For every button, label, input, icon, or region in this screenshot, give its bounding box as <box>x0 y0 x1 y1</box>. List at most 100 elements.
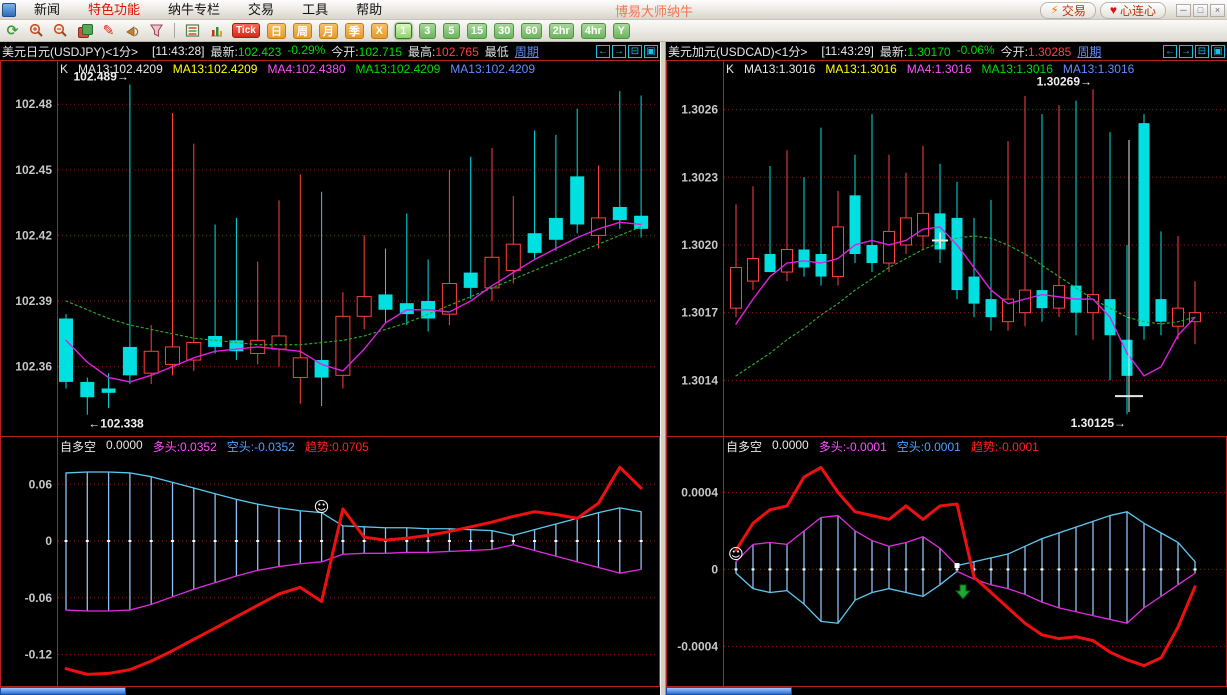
quote-field: 最高:102.765 <box>408 43 479 60</box>
hscrollbar-usdcad[interactable] <box>666 687 1227 695</box>
chart-nav-icons: ←→⊟▣ <box>1163 45 1227 58</box>
svg-text:0: 0 <box>45 534 52 548</box>
indicator-bars <box>65 472 643 611</box>
svg-text:0.0004: 0.0004 <box>681 485 718 499</box>
quote-table-icon[interactable] <box>184 22 201 39</box>
maximize-button[interactable]: □ <box>1193 4 1208 17</box>
symbol-name: 美元日元(USDJPY)<1分> <box>2 43 138 60</box>
prev-page-icon[interactable]: ← <box>1163 45 1177 58</box>
period-link[interactable]: 周期 <box>515 43 539 60</box>
svg-text:102.48: 102.48 <box>15 97 52 111</box>
svg-text:0: 0 <box>711 562 718 576</box>
symbol-name: 美元加元(USDCAD)<1分> <box>668 43 807 60</box>
titlebar-right: ⚡ 交易 ♥ 心连心 ─ □ × <box>1040 0 1225 20</box>
menu-item-特色功能[interactable]: 特色功能 <box>74 0 154 20</box>
bar-chart-icon[interactable] <box>208 22 225 39</box>
period-button-季[interactable]: 季 <box>345 23 364 39</box>
draw-icon[interactable]: ✎ <box>100 22 117 39</box>
main-chart-usdcad[interactable]: KMA13:1.3016MA13:1.3016MA4:1.3016MA13:1.… <box>666 60 1227 436</box>
app-window: 新闻特色功能纳牛专栏交易工具帮助 博易大师纳牛 ⚡ 交易 ♥ 心连心 ─ □ ×… <box>0 0 1227 695</box>
heart-button-label: 心连心 <box>1120 2 1156 19</box>
menu-item-纳牛专栏[interactable]: 纳牛专栏 <box>154 0 234 20</box>
period-button-日[interactable]: 日 <box>267 23 286 39</box>
app-icon[interactable] <box>2 3 16 17</box>
split-view-icon[interactable]: ⊟ <box>1195 45 1209 58</box>
period-button-60[interactable]: 60 <box>521 23 541 39</box>
maximize-view-icon[interactable]: ▣ <box>1211 45 1225 58</box>
menu-item-交易[interactable]: 交易 <box>234 0 288 20</box>
quote-field: 今开:102.715 <box>331 43 402 60</box>
hscrollbar-usdjpy[interactable] <box>0 687 660 695</box>
down-arrow-icon <box>956 585 970 599</box>
zoom-in-icon[interactable] <box>28 22 45 39</box>
sub-chart-usdjpy[interactable]: 自多空0.0000多头:0.0352空头:-0.0352趋势:0.0705 0.… <box>0 436 660 687</box>
filter-icon[interactable] <box>148 22 165 39</box>
quote-time: [11:43:29] <box>821 44 874 58</box>
chart-area: 美元日元(USDJPY)<1分> [11:43:28] 最新:102.423-0… <box>0 42 1227 695</box>
period-button-5[interactable]: 5 <box>443 23 460 39</box>
period-button-Y[interactable]: Y <box>613 23 630 39</box>
maximize-view-icon[interactable]: ▣ <box>644 45 658 58</box>
prev-page-icon[interactable]: ← <box>596 45 610 58</box>
next-page-icon[interactable]: → <box>612 45 626 58</box>
svg-text:102.45: 102.45 <box>15 163 52 177</box>
heart-to-heart-button[interactable]: ♥ 心连心 <box>1100 2 1166 19</box>
close-button[interactable]: × <box>1210 4 1225 17</box>
svg-text:1.3026: 1.3026 <box>681 103 718 117</box>
hscroll-thumb[interactable] <box>666 687 792 695</box>
period-button-30[interactable]: 30 <box>494 23 514 39</box>
svg-text:-0.12: -0.12 <box>25 648 53 662</box>
period-button-周[interactable]: 周 <box>293 23 312 39</box>
svg-text:-0.06: -0.06 <box>25 591 53 605</box>
quote-fields: 最新:102.423 -0.29% 今开:102.715 最高:102.765 最低 <box>211 43 515 60</box>
svg-text:1.3014: 1.3014 <box>681 373 718 387</box>
svg-text:102.36: 102.36 <box>15 360 52 374</box>
period-button-X[interactable]: X <box>371 23 388 39</box>
menu-item-工具[interactable]: 工具 <box>288 0 342 20</box>
chart-nav-icons: ←→⊟▣ <box>596 45 660 58</box>
toolbar-separator <box>174 23 175 38</box>
toolbar: ⟳ ✎ Tick 日周月季X 135 15 30 60 2hr 4hr Y <box>0 20 1227 42</box>
period-link[interactable]: 周期 <box>1077 43 1101 60</box>
smiley-marker: ☺ <box>314 498 330 516</box>
period-button-3[interactable]: 3 <box>419 23 436 39</box>
hscroll-thumb[interactable] <box>0 687 126 695</box>
menu-item-帮助[interactable]: 帮助 <box>342 0 396 20</box>
trade-button[interactable]: ⚡ 交易 <box>1040 2 1095 19</box>
quote-field: 最低 <box>485 43 509 60</box>
svg-text:102.42: 102.42 <box>15 228 52 242</box>
panel-usdcad: 美元加元(USDCAD)<1分> [11:43:29] 最新:1.30170-0… <box>666 42 1227 695</box>
svg-text:1.3023: 1.3023 <box>681 170 718 184</box>
trade-button-label: 交易 <box>1062 2 1086 19</box>
period-button-1[interactable]: 1 <box>395 23 412 39</box>
period-button-15[interactable]: 15 <box>467 23 487 39</box>
svg-text:102.39: 102.39 <box>15 294 52 308</box>
heart-icon: ♥ <box>1110 3 1117 17</box>
refresh-icon[interactable]: ⟳ <box>4 22 21 39</box>
next-page-icon[interactable]: → <box>1179 45 1193 58</box>
app-title: 博易大师纳牛 <box>615 1 693 20</box>
menu-item-新闻[interactable]: 新闻 <box>20 0 74 20</box>
chart-header-usdcad: 美元加元(USDCAD)<1分> [11:43:29] 最新:1.30170-0… <box>666 42 1227 60</box>
period-button-月[interactable]: 月 <box>319 23 338 39</box>
tick-period-button[interactable]: Tick <box>232 23 260 38</box>
svg-text:←102.338: ←102.338 <box>88 417 144 431</box>
smiley-marker: ☺ <box>728 545 744 563</box>
indicator-bars <box>735 512 1197 624</box>
svg-text:102.489→: 102.489→ <box>74 70 129 84</box>
period-buttons-calendar: 日周月季X <box>267 23 388 39</box>
split-view-icon[interactable]: ⊟ <box>628 45 642 58</box>
svg-text:1.3017: 1.3017 <box>681 306 718 320</box>
candles <box>59 85 648 415</box>
sub-chart-usdcad[interactable]: 自多空0.0000多头:-0.0001空头:0.0001趋势:-0.0001 0… <box>666 436 1227 687</box>
quote-field: -0.29% <box>287 43 325 60</box>
zoom-out-icon[interactable] <box>52 22 69 39</box>
period-button-2hr[interactable]: 2hr <box>549 23 574 39</box>
horn-icon[interactable] <box>124 22 141 39</box>
quote-field: 最新:102.423 <box>211 43 282 60</box>
main-chart-usdjpy[interactable]: KMA13:102.4209MA13:102.4209MA4:102.4380M… <box>0 60 660 436</box>
minimize-button[interactable]: ─ <box>1176 4 1191 17</box>
period-button-4hr[interactable]: 4hr <box>581 23 606 39</box>
overlay-icon[interactable] <box>76 22 93 39</box>
period-buttons-minutes: 135 15 30 60 2hr 4hr Y <box>395 23 630 39</box>
